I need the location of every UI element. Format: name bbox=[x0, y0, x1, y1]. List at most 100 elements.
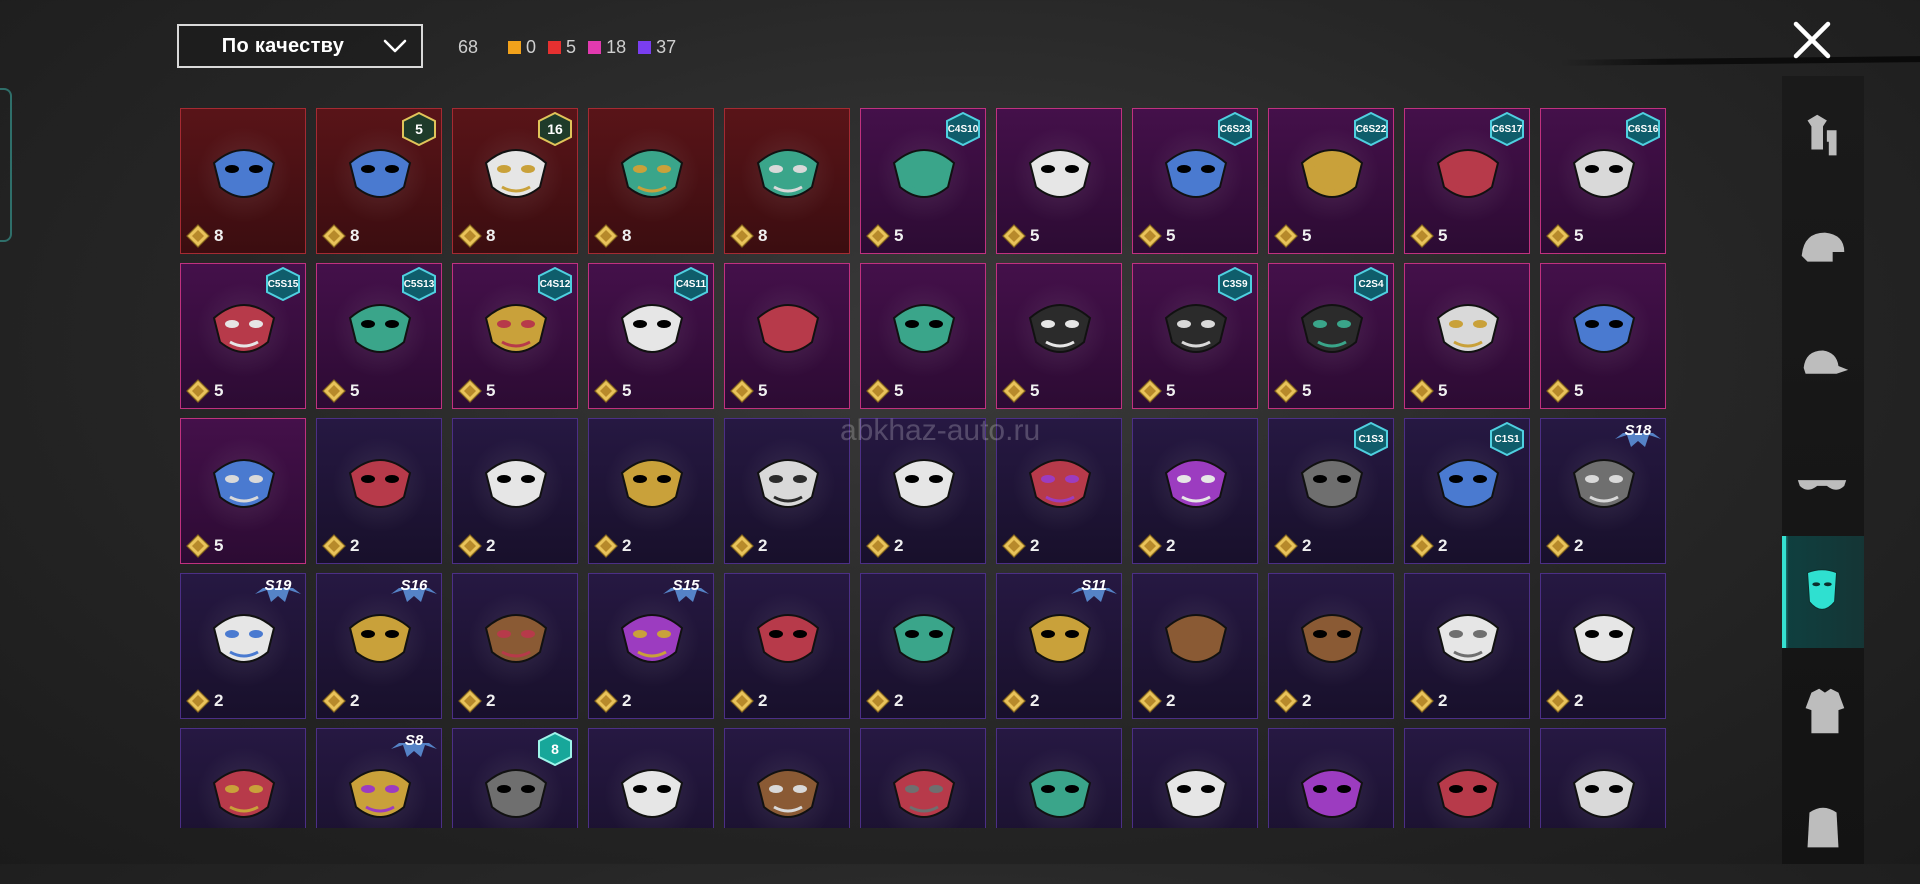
item-card[interactable]: 5 bbox=[1404, 263, 1530, 409]
item-card[interactable]: 8 bbox=[588, 108, 714, 254]
item-card[interactable]: S11 2 bbox=[996, 573, 1122, 719]
level-badge-label: 8 bbox=[551, 741, 559, 757]
item-card[interactable]: 16 8 bbox=[452, 108, 578, 254]
coin-icon bbox=[1410, 224, 1434, 248]
coin-icon bbox=[1138, 689, 1162, 713]
item-card[interactable]: 2 bbox=[1132, 573, 1258, 719]
item-card[interactable]: S8 bbox=[316, 728, 442, 828]
item-card[interactable]: C5S15 5 bbox=[180, 263, 306, 409]
item-price: 5 bbox=[186, 534, 223, 558]
item-card[interactable] bbox=[588, 728, 714, 828]
item-card[interactable]: C1S3 2 bbox=[1268, 418, 1394, 564]
coin-icon bbox=[1274, 379, 1298, 403]
coin-icon bbox=[186, 224, 210, 248]
item-card[interactable] bbox=[180, 728, 306, 828]
coin-icon bbox=[322, 379, 346, 403]
item-card[interactable]: S18 2 bbox=[1540, 418, 1666, 564]
item-price: 5 bbox=[1002, 224, 1039, 248]
item-card[interactable]: C6S23 5 bbox=[1132, 108, 1258, 254]
sidebar-tab-backpack[interactable] bbox=[1782, 772, 1864, 884]
sidebar-tab-cap[interactable] bbox=[1782, 310, 1864, 422]
item-card[interactable]: 8 bbox=[724, 108, 850, 254]
item-price: 2 bbox=[1002, 534, 1039, 558]
item-price-value: 2 bbox=[1166, 536, 1176, 555]
item-card[interactable]: 2 bbox=[1404, 573, 1530, 719]
coin-icon bbox=[1410, 534, 1434, 558]
item-card[interactable]: 5 bbox=[180, 418, 306, 564]
item-card[interactable]: 8 bbox=[180, 108, 306, 254]
item-price: 2 bbox=[186, 689, 223, 713]
season-wing-label: S8 bbox=[404, 731, 424, 749]
item-card[interactable]: C4S10 5 bbox=[860, 108, 986, 254]
season-wing-label: S18 bbox=[1624, 421, 1652, 439]
item-price-value: 5 bbox=[350, 381, 360, 400]
mummy-bandage-icon bbox=[1300, 614, 1364, 663]
item-card[interactable] bbox=[1540, 728, 1666, 828]
sidebar-tab-helmet[interactable] bbox=[1782, 196, 1864, 308]
item-card[interactable]: 2 bbox=[316, 418, 442, 564]
item-price: 2 bbox=[1274, 689, 1311, 713]
coin-icon bbox=[730, 689, 754, 713]
hair-wig-icon bbox=[212, 769, 276, 818]
item-card[interactable]: 5 bbox=[996, 108, 1122, 254]
side-drawer-handle[interactable] bbox=[0, 88, 12, 242]
item-card[interactable]: S15 2 bbox=[588, 573, 714, 719]
item-card[interactable]: S19 2 bbox=[180, 573, 306, 719]
coin-icon bbox=[1138, 224, 1162, 248]
item-card[interactable] bbox=[1268, 728, 1394, 828]
item-card[interactable]: 2 bbox=[588, 418, 714, 564]
item-card[interactable]: 2 bbox=[860, 573, 986, 719]
season-badge-label: C3S9 bbox=[1222, 278, 1248, 290]
item-card[interactable]: 5 bbox=[996, 263, 1122, 409]
item-card[interactable]: C3S9 5 bbox=[1132, 263, 1258, 409]
item-card[interactable]: 5 bbox=[860, 263, 986, 409]
kitsune-mask-icon bbox=[756, 304, 820, 353]
item-card[interactable]: C1S1 2 bbox=[1404, 418, 1530, 564]
sidebar-tab-jacket[interactable] bbox=[1782, 656, 1864, 768]
item-card[interactable]: S16 2 bbox=[316, 573, 442, 719]
item-card[interactable]: 2 bbox=[1132, 418, 1258, 564]
coin-icon bbox=[458, 689, 482, 713]
item-card[interactable]: 5 bbox=[1540, 263, 1666, 409]
item-grid: 8 5 8 16 8 8 8 C4S10 5 5 C6S23 5 C6S22 5 C6S17 5 C6S16 5 C… bbox=[180, 108, 1670, 828]
coin-icon bbox=[1410, 689, 1434, 713]
item-card[interactable]: C6S16 5 bbox=[1540, 108, 1666, 254]
item-card[interactable] bbox=[860, 728, 986, 828]
item-card[interactable]: C4S12 5 bbox=[452, 263, 578, 409]
sort-dropdown[interactable]: По качеству bbox=[177, 24, 423, 68]
sidebar-tab-outfit[interactable] bbox=[1782, 80, 1864, 192]
season-wing-label: S11 bbox=[1081, 576, 1107, 594]
item-price: 2 bbox=[730, 689, 767, 713]
item-card[interactable]: 2 bbox=[452, 573, 578, 719]
item-card[interactable]: 2 bbox=[724, 573, 850, 719]
item-card[interactable]: C4S11 5 bbox=[588, 263, 714, 409]
sidebar-tab-glasses[interactable] bbox=[1782, 428, 1864, 540]
item-price-value: 2 bbox=[214, 691, 224, 710]
close-icon[interactable] bbox=[1790, 18, 1834, 62]
item-card[interactable] bbox=[1132, 728, 1258, 828]
level-badge-label: 5 bbox=[415, 121, 423, 137]
item-card[interactable] bbox=[996, 728, 1122, 828]
item-card[interactable]: C6S22 5 bbox=[1268, 108, 1394, 254]
item-card[interactable] bbox=[1404, 728, 1530, 828]
mythic-swatch bbox=[548, 40, 562, 54]
item-card[interactable]: 8 bbox=[452, 728, 578, 828]
item-card[interactable] bbox=[724, 728, 850, 828]
item-card[interactable]: 2 bbox=[724, 418, 850, 564]
item-card[interactable]: C2S4 5 bbox=[1268, 263, 1394, 409]
flame-hood-icon bbox=[348, 769, 412, 818]
item-card[interactable]: 2 bbox=[452, 418, 578, 564]
item-card[interactable]: 2 bbox=[1540, 573, 1666, 719]
coin-icon bbox=[458, 379, 482, 403]
item-price-value: 5 bbox=[214, 536, 224, 555]
item-card[interactable]: C6S17 5 bbox=[1404, 108, 1530, 254]
item-card[interactable]: 5 bbox=[724, 263, 850, 409]
item-card[interactable]: C5S13 5 bbox=[316, 263, 442, 409]
item-card[interactable]: 2 bbox=[1268, 573, 1394, 719]
item-price: 8 bbox=[322, 224, 359, 248]
coin-icon bbox=[186, 534, 210, 558]
item-price: 8 bbox=[594, 224, 631, 248]
coin-icon bbox=[322, 224, 346, 248]
item-card[interactable]: 58 bbox=[316, 108, 442, 254]
sidebar-tab-face-mask[interactable] bbox=[1782, 536, 1864, 648]
